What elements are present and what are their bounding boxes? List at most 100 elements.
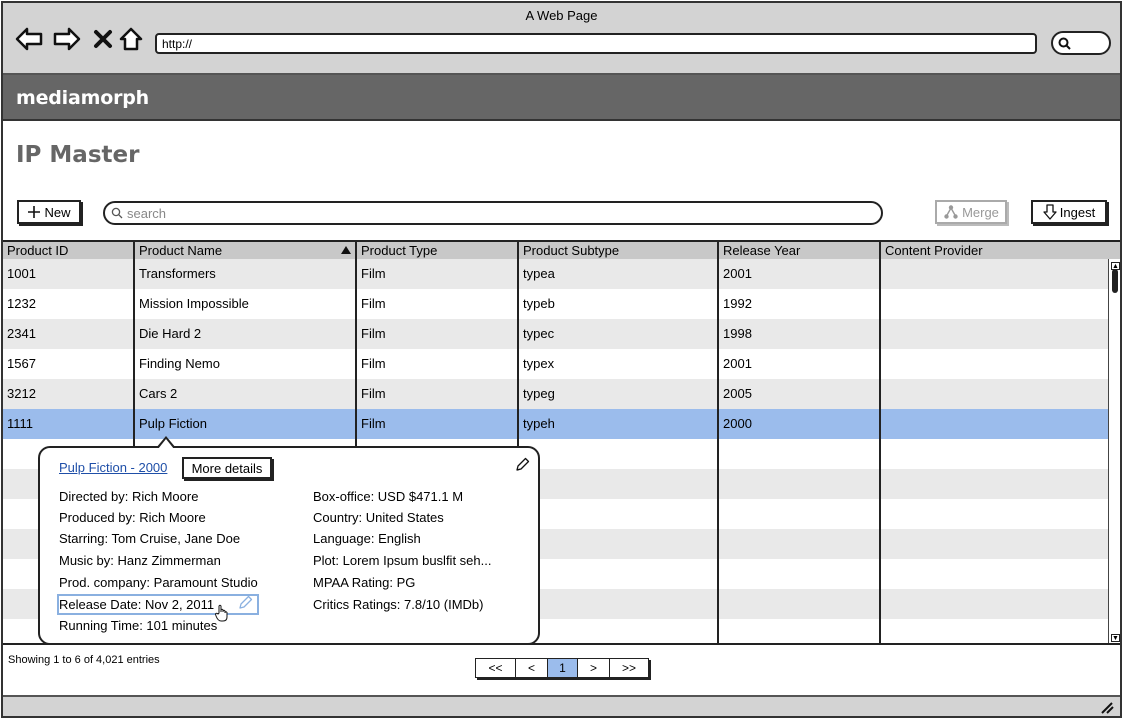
brand-logo: mediamorph xyxy=(16,87,149,109)
cell-product-id: 3212 xyxy=(7,386,36,401)
cell-product-subtype: typeb xyxy=(523,296,555,311)
pencil-edit-icon[interactable] xyxy=(514,457,530,478)
cell-product-subtype: typea xyxy=(523,266,555,281)
popover-field: Language: English xyxy=(313,531,421,546)
stop-x-icon[interactable] xyxy=(89,25,117,53)
popover-field: MPAA Rating: PG xyxy=(313,575,416,590)
cell-content-provider xyxy=(881,349,885,379)
cell-product-type: Film xyxy=(361,416,386,431)
cell-product-name: Die Hard 2 xyxy=(139,326,202,341)
cell-product-id: 1001 xyxy=(7,266,36,281)
search-input[interactable] xyxy=(127,205,827,221)
first-page-button[interactable]: << xyxy=(475,658,515,678)
popover-field: Plot: Lorem Ipsum buslfit seh... xyxy=(313,553,492,568)
table-row[interactable]: 3212 Cars 2 Film typeg 2005 xyxy=(3,379,1108,409)
cell-product-subtype: typec xyxy=(523,326,555,341)
cell-product-name: Transformers xyxy=(139,266,216,281)
cell-product-name: Cars 2 xyxy=(139,386,178,401)
cell-product-subtype: typeh xyxy=(523,416,555,431)
merge-icon xyxy=(944,205,958,219)
cell-content-provider xyxy=(881,409,885,439)
new-button-label: New xyxy=(44,204,71,220)
detail-popover: Pulp Fiction - 2000 More details Directe… xyxy=(38,436,540,645)
table-row[interactable]: 1001 Transformers Film typea 2001 xyxy=(3,259,1108,289)
window-title: A Web Page xyxy=(525,8,598,23)
popover-field: Produced by: Rich Moore xyxy=(59,510,206,525)
prev-page-button[interactable]: < xyxy=(515,658,547,678)
cell-release-year: 1998 xyxy=(723,326,752,341)
table-row[interactable]: 2341 Die Hard 2 Film typec 1998 xyxy=(3,319,1108,349)
table-row[interactable]: 1111 Pulp Fiction Film typeh 2000 xyxy=(3,409,1108,439)
table-row[interactable]: 1567 Finding Nemo Film typex 2001 xyxy=(3,349,1108,379)
column-header-product-id[interactable]: Product ID xyxy=(3,242,133,259)
cell-product-id: 2341 xyxy=(7,326,36,341)
home-icon[interactable] xyxy=(117,25,145,53)
cell-product-name: Finding Nemo xyxy=(139,356,220,371)
cell-product-id: 1567 xyxy=(7,356,36,371)
table-header: Product ID Product Name Product Type Pro… xyxy=(3,242,1120,259)
cell-product-id: 1111 xyxy=(7,416,34,431)
popover-title-link[interactable]: Pulp Fiction - 2000 xyxy=(59,460,167,475)
ingest-button-label: Ingest xyxy=(1059,204,1096,220)
merge-button[interactable]: Merge xyxy=(935,200,1007,224)
cell-product-type: Film xyxy=(361,356,386,371)
cell-content-provider xyxy=(881,319,885,349)
pagination: << < 1 > >> xyxy=(475,658,649,678)
download-arrow-icon xyxy=(1043,204,1057,220)
page-1-button[interactable]: 1 xyxy=(547,658,577,678)
column-header-release-year[interactable]: Release Year xyxy=(719,242,879,259)
resize-grip-icon[interactable] xyxy=(1100,702,1114,714)
column-header-product-name-label: Product Name xyxy=(139,243,223,258)
browser-toolbar: A Web Page http:// xyxy=(3,3,1120,75)
popover-pointer-fill xyxy=(158,439,174,449)
last-page-button[interactable]: >> xyxy=(609,658,649,678)
app-header: mediamorph xyxy=(3,75,1120,121)
popover-field: Directed by: Rich Moore xyxy=(59,489,199,504)
column-header-content-provider[interactable]: Content Provider xyxy=(881,242,1107,259)
sort-ascending-icon xyxy=(341,246,351,254)
cell-release-year: 1992 xyxy=(723,296,752,311)
column-header-product-type[interactable]: Product Type xyxy=(357,242,517,259)
entries-info: Showing 1 to 6 of 4,021 entries xyxy=(8,654,160,666)
search-icon xyxy=(111,207,123,219)
popover-field: Box-office: USD $471.1 M xyxy=(313,489,464,504)
cell-release-year: 2001 xyxy=(723,266,752,281)
cell-release-year: 2000 xyxy=(723,416,752,431)
cell-release-year: 2001 xyxy=(723,356,752,371)
table-row[interactable]: 1232 Mission Impossible Film typeb 1992 xyxy=(3,289,1108,319)
pencil-edit-icon[interactable] xyxy=(237,595,253,616)
cell-product-name: Mission Impossible xyxy=(139,296,249,311)
browser-search-field[interactable] xyxy=(1051,31,1111,55)
column-header-product-name[interactable]: Product Name xyxy=(135,242,355,259)
forward-arrow-icon[interactable] xyxy=(53,25,81,53)
vertical-scrollbar[interactable]: ▲ ▼ xyxy=(1108,259,1120,643)
cell-release-year: 2005 xyxy=(723,386,752,401)
popover-field: Critics Ratings: 7.8/10 (IMDb) xyxy=(313,597,484,612)
url-field[interactable]: http:// xyxy=(155,33,1037,54)
column-header-product-subtype[interactable]: Product Subtype xyxy=(519,242,717,259)
cell-product-subtype: typeg xyxy=(523,386,555,401)
cell-product-name: Pulp Fiction xyxy=(139,416,207,431)
ingest-button[interactable]: Ingest xyxy=(1031,200,1107,224)
browser-status-bar xyxy=(3,695,1120,716)
search-bar[interactable] xyxy=(103,201,883,225)
cell-content-provider xyxy=(881,259,885,289)
popover-field: Running Time: 101 minutes xyxy=(59,618,218,633)
popover-field: Country: United States xyxy=(313,510,444,525)
scrollbar-thumb[interactable] xyxy=(1112,269,1118,293)
search-icon xyxy=(1058,37,1071,50)
browser-window: A Web Page http:// mediamorph IP Master … xyxy=(1,1,1122,718)
popover-field: Music by: Hanz Zimmerman xyxy=(59,553,221,568)
more-details-button[interactable]: More details xyxy=(182,457,272,479)
popover-field: Prod. company: Paramount Studio xyxy=(59,575,258,590)
new-button[interactable]: New xyxy=(17,200,81,224)
page-title: IP Master xyxy=(16,142,140,168)
next-page-button[interactable]: > xyxy=(577,658,609,678)
release-date-field[interactable]: Release Date: Nov 2, 2011 xyxy=(59,597,214,612)
plus-icon xyxy=(28,206,41,218)
back-arrow-icon[interactable] xyxy=(15,25,43,53)
popover-field: Starring: Tom Cruise, Jane Doe xyxy=(59,531,241,546)
cell-product-type: Film xyxy=(361,386,386,401)
scroll-down-icon[interactable]: ▼ xyxy=(1111,634,1120,642)
merge-button-label: Merge xyxy=(962,204,999,220)
